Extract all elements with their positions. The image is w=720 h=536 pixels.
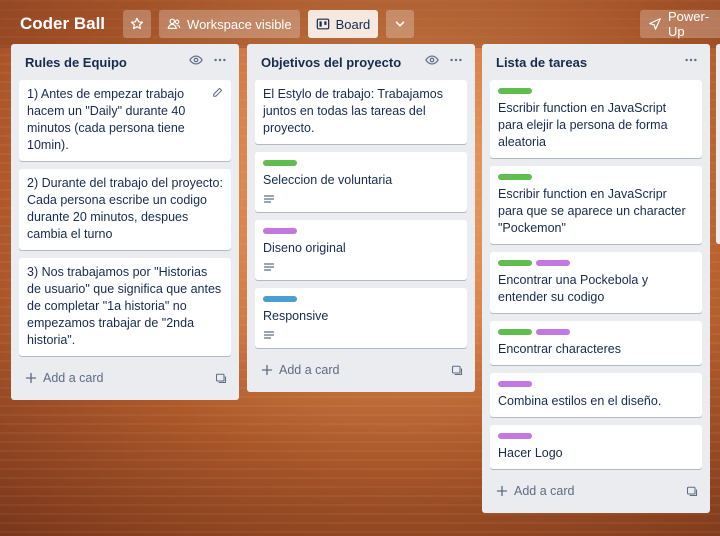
star-icon bbox=[130, 17, 144, 30]
list-title[interactable]: Rules de Equipo bbox=[25, 55, 127, 70]
card[interactable]: 2) Durante del trabajo del proyecto: Cad… bbox=[19, 169, 231, 250]
rocket-icon bbox=[648, 17, 662, 31]
label-green[interactable] bbox=[498, 174, 532, 180]
card[interactable]: 1) Antes de empezar trabajo hacem un "Da… bbox=[19, 80, 231, 161]
label-purple[interactable] bbox=[536, 260, 570, 266]
list-menu-icon[interactable] bbox=[684, 53, 698, 72]
list-objetivos-del-proyecto: Objetivos del proyecto El Estylo de trab… bbox=[247, 44, 475, 392]
card[interactable]: Escribir function en JavaScripr para que… bbox=[490, 166, 702, 244]
board-title[interactable]: Coder Ball bbox=[12, 14, 113, 34]
template-icon[interactable] bbox=[686, 485, 698, 497]
plus-icon bbox=[25, 372, 37, 384]
card-title: Combina estilos en el diseño. bbox=[498, 394, 662, 408]
board-view-button[interactable]: Board bbox=[307, 10, 379, 38]
list-title[interactable]: Objetivos del proyecto bbox=[261, 55, 401, 70]
view-switcher-button[interactable] bbox=[386, 10, 415, 38]
chevron-down-icon bbox=[395, 21, 405, 27]
list-title[interactable]: Lista de tareas bbox=[496, 55, 587, 70]
add-card-label: Add a card bbox=[514, 484, 575, 498]
add-card-button[interactable]: Add a card bbox=[255, 356, 467, 384]
people-icon bbox=[167, 17, 181, 31]
list-menu-icon[interactable] bbox=[213, 53, 227, 72]
label-green[interactable] bbox=[498, 329, 532, 335]
card[interactable]: Seleccion de voluntaria bbox=[255, 152, 467, 212]
list-rules-de-equipo: Rules de Equipo 1) Antes de empezar trab… bbox=[11, 44, 239, 400]
add-card-button[interactable]: Add a card bbox=[490, 477, 702, 505]
label-purple[interactable] bbox=[498, 433, 532, 439]
description-icon bbox=[263, 329, 459, 341]
label-blue[interactable] bbox=[263, 296, 297, 302]
label-green[interactable] bbox=[263, 160, 297, 166]
workspace-visible-button[interactable]: Workspace visible bbox=[159, 10, 300, 38]
card[interactable]: Hacer Logo bbox=[490, 425, 702, 469]
watch-eye-icon[interactable] bbox=[425, 53, 439, 72]
list-partial-offscreen bbox=[716, 44, 720, 244]
list-lista-de-tareas: Lista de tareas Escribir function en Jav… bbox=[482, 44, 710, 513]
card-title: Escribir function en JavaScripr para que… bbox=[498, 187, 686, 235]
plus-icon bbox=[496, 485, 508, 497]
card-title: Responsive bbox=[263, 309, 329, 323]
board-icon bbox=[316, 17, 330, 31]
label-purple[interactable] bbox=[263, 228, 297, 234]
add-card-label: Add a card bbox=[43, 371, 104, 385]
card[interactable]: El Estylo de trabajo: Trabajamos juntos … bbox=[255, 80, 467, 144]
pencil-edit-icon[interactable] bbox=[212, 87, 223, 98]
power-ups-button[interactable]: Power-Up bbox=[640, 9, 720, 39]
card-title: Encontrar characteres bbox=[498, 342, 621, 356]
card[interactable]: Responsive bbox=[255, 288, 467, 348]
power-ups-label: Power-Up bbox=[668, 9, 710, 39]
add-card-label: Add a card bbox=[279, 363, 340, 377]
list-menu-icon[interactable] bbox=[449, 53, 463, 72]
add-card-button[interactable]: Add a card bbox=[19, 364, 231, 392]
card-title: 3) Nos trabajamos por "Historias de usua… bbox=[27, 265, 222, 347]
template-icon[interactable] bbox=[451, 364, 463, 376]
label-purple[interactable] bbox=[536, 329, 570, 335]
list-header: Rules de Equipo bbox=[19, 44, 231, 80]
label-green[interactable] bbox=[498, 260, 532, 266]
star-button[interactable] bbox=[123, 10, 152, 38]
card-title: Seleccion de voluntaria bbox=[263, 173, 393, 187]
card-title: 1) Antes de empezar trabajo hacem un "Da… bbox=[27, 87, 186, 152]
workspace-visible-label: Workspace visible bbox=[187, 16, 292, 32]
card-title: Encontrar una Pockebola y entender su co… bbox=[498, 273, 649, 304]
card-title: Hacer Logo bbox=[498, 446, 563, 460]
card[interactable]: Diseno original bbox=[255, 220, 467, 280]
card[interactable]: Escribir function en JavaScript para ele… bbox=[490, 80, 702, 158]
description-icon bbox=[263, 261, 459, 273]
description-icon bbox=[263, 193, 459, 205]
board-view-label: Board bbox=[335, 16, 371, 32]
card-title: El Estylo de trabajo: Trabajamos juntos … bbox=[263, 87, 443, 135]
card[interactable]: 3) Nos trabajamos por "Historias de usua… bbox=[19, 258, 231, 356]
watch-eye-icon[interactable] bbox=[189, 53, 203, 72]
board-header: Coder Ball Workspace visible Board Power… bbox=[0, 0, 720, 48]
label-purple[interactable] bbox=[498, 381, 532, 387]
card[interactable]: Encontrar una Pockebola y entender su co… bbox=[490, 252, 702, 313]
template-icon[interactable] bbox=[215, 372, 227, 384]
plus-icon bbox=[261, 364, 273, 376]
card-title: Diseno original bbox=[263, 241, 346, 255]
list-header: Lista de tareas bbox=[490, 44, 702, 80]
card[interactable]: Encontrar characteres bbox=[490, 321, 702, 365]
list-header: Objetivos del proyecto bbox=[255, 44, 467, 80]
card-title: Escribir function en JavaScript para ele… bbox=[498, 101, 668, 149]
card[interactable]: Combina estilos en el diseño. bbox=[490, 373, 702, 417]
card-title: 2) Durante del trabajo del proyecto: Cad… bbox=[27, 176, 223, 241]
label-green[interactable] bbox=[498, 88, 532, 94]
